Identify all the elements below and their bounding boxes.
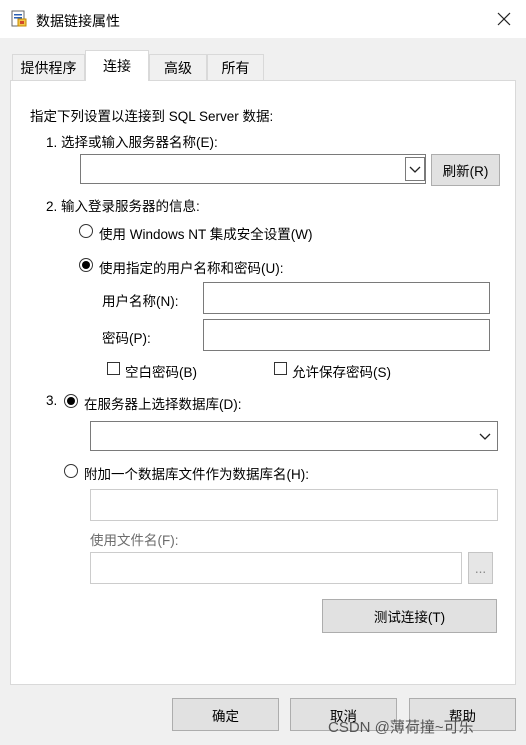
windows-auth-label: 使用 Windows NT 集成安全设置(W) [99,227,313,242]
tab-connection[interactable]: 连接 [85,50,149,81]
tab-advanced[interactable]: 高级 [149,54,207,80]
blank-password-label: 空白密码(B) [125,365,197,380]
database-combo[interactable] [90,421,498,451]
window-title: 数据链接属性 [36,13,120,29]
step2-label: 2. 输入登录服务器的信息: [46,199,200,214]
password-input[interactable] [203,319,490,351]
ok-button[interactable]: 确定 [172,698,279,731]
select-db-label: 在服务器上选择数据库(D): [84,397,242,412]
server-dropdown-button[interactable] [405,157,425,181]
select-db-radio[interactable] [64,394,78,408]
username-label: 用户名称(N): [102,294,179,309]
tab-provider[interactable]: 提供程序 [12,54,85,80]
windows-auth-radio[interactable] [79,224,93,238]
save-password-label: 允许保存密码(S) [292,365,391,380]
watermark: CSDN @薄荷撞~可乐 [328,719,474,736]
step3-prefix: 3. [46,393,58,408]
chevron-down-icon [479,430,491,445]
chevron-down-icon [409,166,421,173]
sql-auth-label: 使用指定的用户名称和密码(U): [99,261,284,276]
step1-label: 1. 选择或输入服务器名称(E): [46,135,218,150]
blank-password-checkbox[interactable] [107,362,120,375]
attach-db-radio[interactable] [64,464,78,478]
refresh-button[interactable]: 刷新(R) [431,154,500,186]
save-password-checkbox[interactable] [274,362,287,375]
browse-button[interactable]: ... [468,552,493,584]
app-icon [10,10,28,28]
close-icon[interactable] [491,6,517,32]
password-label: 密码(P): [102,331,151,346]
test-connection-button[interactable]: 测试连接(T) [322,599,497,633]
filename-label: 使用文件名(F): [90,533,179,548]
filename-input[interactable] [90,552,462,584]
attach-db-label: 附加一个数据库文件作为数据库名(H): [84,467,309,482]
sql-auth-radio[interactable] [79,258,93,272]
intro-text: 指定下列设置以连接到 SQL Server 数据: [30,109,274,124]
username-input[interactable] [203,282,490,314]
tab-all[interactable]: 所有 [207,54,264,80]
server-name-combo[interactable] [80,154,426,184]
attach-db-name-input[interactable] [90,489,498,521]
